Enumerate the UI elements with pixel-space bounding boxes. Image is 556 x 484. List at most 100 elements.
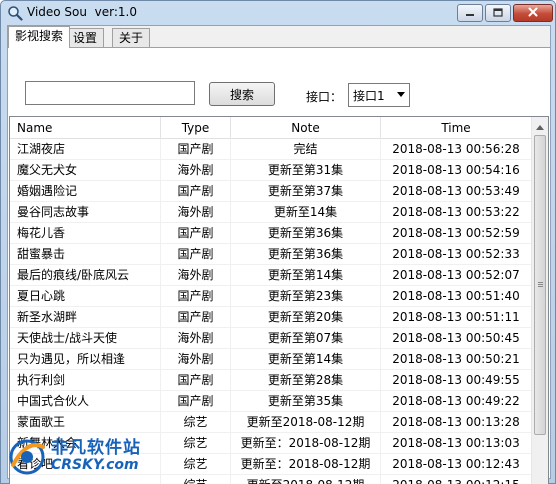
- cell-type: 国产剧: [161, 370, 231, 391]
- cell-type: 国产剧: [161, 244, 231, 265]
- cell-time: 2018-08-13 00:51:11: [381, 307, 532, 328]
- cell-note: 更新至第28集: [231, 370, 381, 391]
- cell-type: 综艺: [161, 475, 231, 484]
- cell-note: 更新至第23集: [231, 286, 381, 307]
- cell-time: 2018-08-13 00:53:22: [381, 202, 532, 223]
- table-row[interactable]: 江湖夜店 国产剧 完结 2018-08-13 00:56:28: [10, 139, 532, 160]
- column-header-note[interactable]: Note: [231, 117, 381, 139]
- chevron-down-icon: [397, 92, 405, 97]
- cell-name: 曼谷同志故事: [10, 202, 161, 223]
- thumb-grip-line: [538, 282, 543, 283]
- cell-type: 海外剧: [161, 160, 231, 181]
- column-header-time[interactable]: Time: [381, 117, 532, 139]
- cell-type: 国产剧: [161, 139, 231, 160]
- window-title: Video Sou ver:1.0: [27, 5, 137, 19]
- table-row[interactable]: 魔父无犬女 海外剧 更新至第31集 2018-08-13 00:54:16: [10, 160, 532, 181]
- table-row[interactable]: 新圣水湖畔 国产剧 更新至第20集 2018-08-13 00:51:11: [10, 307, 532, 328]
- search-button[interactable]: 搜索: [209, 82, 275, 106]
- search-panel: 搜索 接口： 接口1 Name Type Note Time 江湖夜店 国产剧 完结…: [8, 47, 550, 484]
- cell-note: 更新至第36集: [231, 244, 381, 265]
- port-select[interactable]: 接口1: [348, 83, 410, 107]
- cell-type: 海外剧: [161, 349, 231, 370]
- cell-time: 2018-08-13 00:50:45: [381, 328, 532, 349]
- site-watermark: 非凡软件站 CRSKY.com: [5, 433, 155, 481]
- scroll-up-button[interactable]: [532, 117, 548, 134]
- thumb-grip-line: [538, 284, 543, 285]
- table-row[interactable]: 婚姻遇险记 国产剧 更新至第37集 2018-08-13 00:53:49: [10, 181, 532, 202]
- table-row[interactable]: 中国式合伙人 国产剧 更新至第35集 2018-08-13 00:49:22: [10, 391, 532, 412]
- cell-time: 2018-08-13 00:49:55: [381, 370, 532, 391]
- cell-name: 魔父无犬女: [10, 160, 161, 181]
- cell-type: 海外剧: [161, 202, 231, 223]
- cell-type: 综艺: [161, 433, 231, 454]
- cell-name: 最后的痕线/卧底风云: [10, 265, 161, 286]
- maximize-button[interactable]: [485, 4, 511, 22]
- cell-time: 2018-08-13 00:56:28: [381, 139, 532, 160]
- cell-type: 海外剧: [161, 328, 231, 349]
- table-row[interactable]: 梅花儿香 国产剧 更新至第36集 2018-08-13 00:52:59: [10, 223, 532, 244]
- app-window: Video Sou ver:1.0 影视搜索 设置 关于 搜索 接口： 接口1 …: [0, 0, 556, 484]
- search-input[interactable]: [25, 81, 195, 105]
- results-list: Name Type Note Time 江湖夜店 国产剧 完结 2018-08-13 …: [9, 116, 549, 484]
- cell-time: 2018-08-13 00:13:03: [381, 433, 532, 454]
- cell-name: 执行利剑: [10, 370, 161, 391]
- cell-name: 婚姻遇险记: [10, 181, 161, 202]
- tab-settings[interactable]: 设置: [66, 28, 105, 48]
- cell-time: 2018-08-13 00:52:33: [381, 244, 532, 265]
- cell-name: 夏日心跳: [10, 286, 161, 307]
- column-header-type[interactable]: Type: [161, 117, 231, 139]
- cell-note: 更新至14集: [231, 202, 381, 223]
- cell-time: 2018-08-13 00:54:16: [381, 160, 532, 181]
- cell-note: 更新至第36集: [231, 223, 381, 244]
- table-row[interactable]: 曼谷同志故事 海外剧 更新至14集 2018-08-13 00:53:22: [10, 202, 532, 223]
- cell-time: 2018-08-13 00:52:59: [381, 223, 532, 244]
- cell-name: 天使战士/战斗天使: [10, 328, 161, 349]
- cell-time: 2018-08-13 00:49:22: [381, 391, 532, 412]
- tab-strip: 影视搜索 设置 关于: [8, 26, 550, 48]
- cell-time: 2018-08-13 00:13:28: [381, 412, 532, 433]
- cell-name: 蒙面歌王: [10, 412, 161, 433]
- table-row[interactable]: 执行利剑 国产剧 更新至第28集 2018-08-13 00:49:55: [10, 370, 532, 391]
- minimize-icon: [465, 6, 475, 20]
- table-row[interactable]: 蒙面歌王 综艺 更新至2018-08-12期 2018-08-13 00:13:28: [10, 412, 532, 433]
- cell-type: 国产剧: [161, 307, 231, 328]
- cell-time: 2018-08-13 00:50:21: [381, 349, 532, 370]
- tab-video-search[interactable]: 影视搜索: [8, 26, 71, 48]
- cell-name: 梅花儿香: [10, 223, 161, 244]
- table-row[interactable]: 最后的痕线/卧底风云 海外剧 更新至第14集 2018-08-13 00:52:07: [10, 265, 532, 286]
- close-icon: [528, 6, 538, 20]
- cell-note: 更新至第35集: [231, 391, 381, 412]
- minimize-button[interactable]: [457, 4, 483, 22]
- title-bar[interactable]: Video Sou ver:1.0: [1, 1, 555, 25]
- close-button[interactable]: [513, 4, 553, 22]
- port-label: 接口：: [306, 90, 343, 104]
- cell-type: 国产剧: [161, 181, 231, 202]
- table-row[interactable]: 只为遇见，所以相逢 海外剧 更新至第14集 2018-08-13 00:50:21: [10, 349, 532, 370]
- watermark-text: 非凡软件站: [51, 438, 141, 458]
- table-row[interactable]: 天使战士/战斗天使 海外剧 更新至第07集 2018-08-13 00:50:45: [10, 328, 532, 349]
- cell-note: 更新至第31集: [231, 160, 381, 181]
- scroll-down-button[interactable]: [532, 478, 548, 484]
- client-area: 影视搜索 设置 关于 搜索 接口： 接口1 Name Type Note Tim…: [7, 25, 551, 484]
- table-row[interactable]: 夏日心跳 国产剧 更新至第23集 2018-08-13 00:51:40: [10, 286, 532, 307]
- cell-type: 国产剧: [161, 391, 231, 412]
- list-header: Name Type Note Time: [10, 117, 532, 139]
- scrollbar-thumb[interactable]: [534, 135, 546, 435]
- cell-note: 更新至：2018-08-12期: [231, 433, 381, 454]
- cell-time: 2018-08-13 00:53:49: [381, 181, 532, 202]
- tab-about[interactable]: 关于: [112, 28, 151, 48]
- column-header-name[interactable]: Name: [10, 117, 161, 139]
- cell-name: 中国式合伙人: [10, 391, 161, 412]
- table-row[interactable]: 甜蜜暴击 国产剧 更新至第36集 2018-08-13 00:52:33: [10, 244, 532, 265]
- cell-time: 2018-08-13 00:52:07: [381, 265, 532, 286]
- cell-type: 综艺: [161, 412, 231, 433]
- cell-note: 更新至2018-08-12期: [231, 412, 381, 433]
- port-selected-value: 接口1: [353, 89, 385, 103]
- cell-name: 只为遇见，所以相逢: [10, 349, 161, 370]
- cell-name: 江湖夜店: [10, 139, 161, 160]
- cell-time: 2018-08-13 00:12:15: [381, 475, 532, 484]
- cell-note: 完结: [231, 139, 381, 160]
- cell-note: 更新至：2018-08-12期: [231, 454, 381, 475]
- vertical-scrollbar[interactable]: [531, 117, 548, 484]
- cell-note: 更新至第07集: [231, 328, 381, 349]
